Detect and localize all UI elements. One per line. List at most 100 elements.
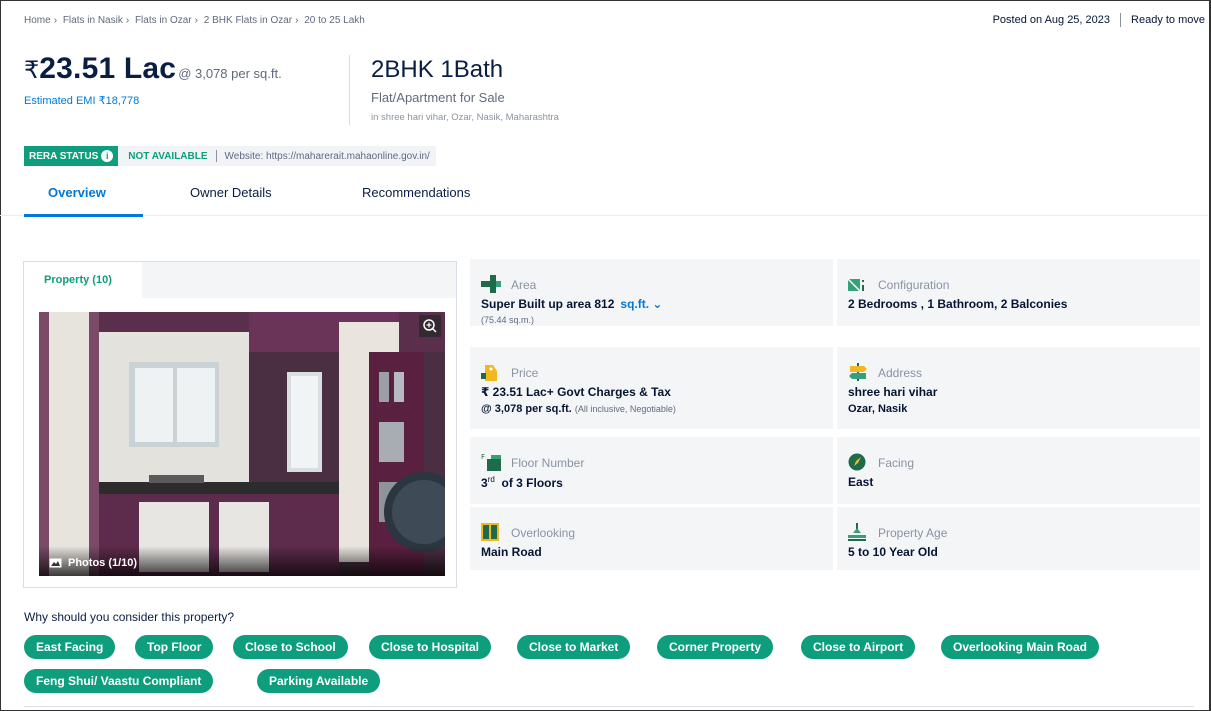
price-per-sqft-text: @ 3,078 per sq.ft. [481, 403, 572, 415]
breadcrumb-budget[interactable]: 20 to 25 Lakh [304, 15, 365, 26]
price-per-sqft: @ 3,078 per sq.ft. [178, 66, 282, 81]
floor-icon: F [481, 453, 501, 471]
property-photo[interactable]: Photos (1/10) [39, 312, 445, 576]
gallery-header: Property (10) [24, 262, 456, 298]
property-age-label: Property Age [878, 526, 948, 540]
detail-address: Address shree hari vihar Ozar, Nasik [837, 347, 1200, 429]
emi-link[interactable]: Estimated EMI ₹18,778 [24, 94, 350, 107]
breadcrumb-nasik[interactable]: Flats in Nasik [63, 15, 123, 26]
detail-property-age: Property Age 5 to 10 Year Old [837, 507, 1200, 570]
rera-badge[interactable]: RERA STATUS i [24, 146, 119, 166]
chevron-down-icon: ⌄ [652, 297, 663, 311]
breadcrumb-2bhk[interactable]: 2 BHK Flats in Ozar [204, 15, 292, 26]
detail-floor: F Floor Number 3rd of 3 Floors [470, 437, 833, 504]
chip-close-to-school[interactable]: Close to School [233, 635, 348, 659]
chip-vaastu-compliant[interactable]: Feng Shui/ Vaastu Compliant [24, 669, 214, 693]
chip-close-to-airport[interactable]: Close to Airport [801, 635, 916, 659]
property-age-value: 5 to 10 Year Old [848, 545, 938, 559]
area-sqm: (75.44 sq.m.) [481, 315, 535, 325]
tab-recommendations[interactable]: Recommendations [362, 185, 470, 200]
photos-count-label: Photos (1/10) [68, 557, 138, 569]
address-label: Address [878, 366, 923, 380]
floor-total: of 3 Floors [501, 476, 563, 490]
overlooking-label: Overlooking [511, 526, 576, 540]
gallery-tab-property[interactable]: Property (10) [24, 262, 142, 298]
rupee-symbol: ₹ [24, 57, 40, 84]
photos-count[interactable]: Photos (1/10) [49, 557, 137, 569]
rera-status: NOT AVAILABLE [128, 150, 208, 162]
signpost-icon [849, 363, 867, 381]
price-amount: 23.51 Lac [39, 52, 177, 85]
configuration-value: 2 Bedrooms , 1 Bathroom, 2 Balconies [848, 297, 1068, 311]
header-divider [349, 55, 350, 125]
active-tab-indicator [24, 214, 143, 217]
why-consider-heading: Why should you consider this property? [24, 610, 235, 624]
detail-area: Area Super Built up area 812 sq.ft. ⌄ (75… [470, 259, 833, 326]
rera-bar: RERA STATUS i NOT AVAILABLE Website: http… [24, 146, 436, 166]
tab-owner-details[interactable]: Owner Details [190, 185, 272, 200]
posted-info: Posted on Aug 25, 2023 Ready to move [993, 13, 1205, 27]
chip-overlooking-main-road[interactable]: Overlooking Main Road [941, 635, 1100, 659]
property-type: Flat/Apartment for Sale [371, 90, 505, 105]
address-line1: shree hari vihar [848, 385, 938, 399]
configuration-label: Configuration [878, 278, 950, 292]
price-label: Price [511, 366, 539, 380]
detail-overlooking: Overlooking Main Road [470, 507, 833, 570]
configuration-icon [848, 278, 864, 292]
kitchen-photo [39, 312, 445, 576]
floor-number: 3 [481, 476, 488, 490]
chevron-right-icon: › [53, 15, 58, 26]
divider [24, 706, 1194, 707]
property-title: 2BHK 1Bath [371, 56, 504, 83]
area-value-text: Super Built up area 812 [481, 297, 615, 311]
building-age-icon [848, 523, 866, 541]
floor-label: Floor Number [511, 456, 585, 470]
possession-status: Ready to move [1131, 14, 1205, 26]
chevron-right-icon: › [194, 15, 198, 26]
overlooking-value: Main Road [481, 545, 542, 559]
facing-label: Facing [878, 456, 915, 470]
tab-bar: Overview Owner Details Recommendations [0, 180, 1208, 217]
divider [1120, 13, 1122, 27]
chevron-right-icon: › [295, 15, 299, 26]
rera-badge-label: RERA STATUS [29, 150, 99, 162]
posted-date: Posted on Aug 25, 2023 [992, 14, 1111, 26]
floor-value: 3rd of 3 Floors [481, 475, 563, 490]
property-locality: in shree hari vihar, Ozar, Nasik, Mahara… [371, 112, 559, 123]
chip-east-facing[interactable]: East Facing [24, 635, 116, 659]
chip-parking-available[interactable]: Parking Available [257, 669, 381, 693]
chevron-right-icon: › [125, 15, 130, 26]
unit-label: sq.ft. [620, 297, 650, 311]
svg-text:F: F [481, 453, 485, 461]
chip-top-floor[interactable]: Top Floor [135, 635, 214, 659]
breadcrumb-ozar[interactable]: Flats in Ozar [135, 15, 192, 26]
floor-suffix: rd [487, 475, 495, 484]
price-tag-icon [481, 365, 497, 381]
chip-close-to-hospital[interactable]: Close to Hospital [369, 635, 492, 659]
rera-website[interactable]: Website: https://maharerait.mahaonline.g… [217, 151, 436, 162]
price-value: ₹ 23.51 Lac+ Govt Charges & Tax [481, 385, 671, 399]
breadcrumb-home[interactable]: Home [24, 15, 51, 26]
detail-facing: Facing East [837, 437, 1200, 504]
tab-overview[interactable]: Overview [48, 185, 106, 200]
chip-corner-property[interactable]: Corner Property [657, 635, 774, 659]
area-value: Super Built up area 812 sq.ft. ⌄ [481, 297, 662, 311]
area-label: Area [511, 278, 537, 292]
detail-price: Price ₹ 23.51 Lac+ Govt Charges & Tax @ … [470, 347, 833, 429]
price-per-sqft-detail: @ 3,078 per sq.ft. (All inclusive, Negot… [481, 403, 676, 415]
price-block: ₹ 23.51 Lac @ 3,078 per sq.ft. Estimated… [24, 52, 350, 107]
title-block: 2BHK 1Bath Flat/Apartment for Sale in sh… [371, 56, 559, 123]
chip-close-to-market[interactable]: Close to Market [517, 635, 631, 659]
facing-value: East [848, 475, 874, 489]
photo-gallery: Property (10) Photos (1/10) [23, 261, 457, 588]
info-icon[interactable]: i [101, 150, 114, 162]
detail-configuration: Configuration 2 Bedrooms , 1 Bathroom, 2… [837, 259, 1200, 326]
area-icon [481, 275, 501, 293]
unit-dropdown[interactable]: sq.ft. ⌄ [620, 297, 662, 311]
image-icon [49, 558, 62, 568]
price-note: (All inclusive, Negotiable) [574, 404, 676, 414]
zoom-in-icon[interactable] [419, 315, 441, 337]
breadcrumb: Home › Flats in Nasik › Flats in Ozar › 2 B… [24, 15, 365, 26]
window-icon [481, 523, 499, 541]
compass-icon [848, 453, 866, 471]
